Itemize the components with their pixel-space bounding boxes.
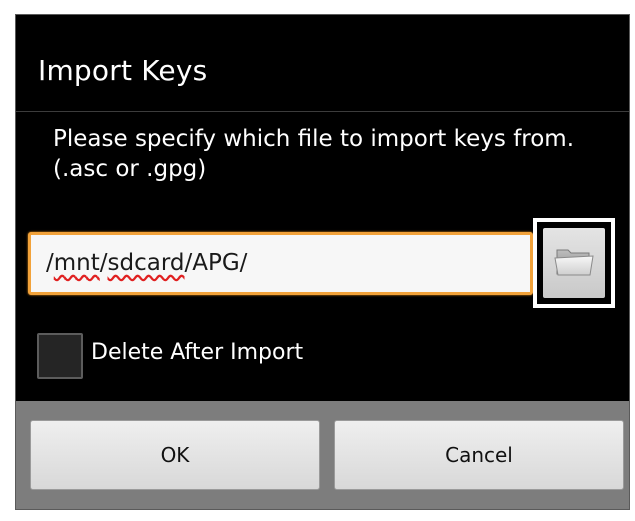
path-segment: /APG/: [184, 250, 248, 276]
file-path-input[interactable]: /mnt/sdcard/APG/: [28, 232, 533, 295]
title-divider: [16, 111, 629, 112]
dialog-button-bar: OK Cancel: [16, 401, 629, 509]
delete-after-import-label[interactable]: Delete After Import: [91, 338, 303, 368]
path-segment: /: [46, 250, 54, 276]
path-segment-misspelled: sdcard: [107, 250, 185, 276]
browse-focus-highlight: [533, 218, 615, 308]
delete-after-import-checkbox[interactable]: [37, 333, 83, 379]
import-keys-dialog: Import Keys Please specify which file to…: [15, 14, 630, 510]
path-segment-misspelled: mnt: [53, 250, 100, 276]
folder-icon: [554, 244, 594, 282]
ok-button[interactable]: OK: [30, 420, 320, 490]
cancel-button[interactable]: Cancel: [334, 420, 624, 490]
browse-file-button[interactable]: [543, 228, 605, 298]
dialog-message: Please specify which file to import keys…: [53, 126, 575, 182]
dialog-title: Import Keys: [38, 54, 208, 87]
path-segment: /: [99, 250, 108, 276]
